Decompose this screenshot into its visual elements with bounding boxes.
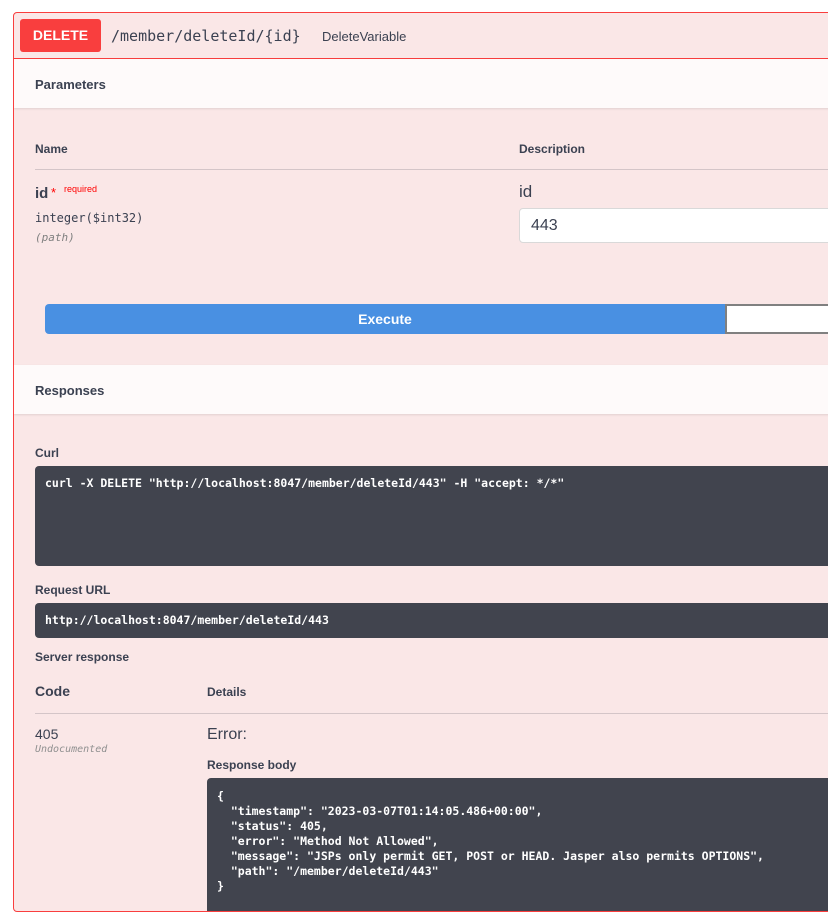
method-badge: DELETE — [20, 19, 101, 52]
response-divider — [35, 713, 828, 714]
response-details-header: Details — [207, 685, 247, 699]
parameter-id-input[interactable]: 443 — [519, 208, 828, 243]
column-name-header: Name — [35, 142, 68, 156]
operation-summary[interactable]: DELETE /member/deleteId/{id} DeleteVaria… — [14, 13, 828, 59]
clear-button[interactable] — [725, 304, 828, 334]
response-status-code: 405 — [35, 726, 59, 742]
response-status-note: Undocumented — [35, 744, 108, 755]
parameters-title: Parameters — [35, 77, 106, 92]
response-body-line: "timestamp": "2023-03-07T01:14:05.486+00… — [217, 804, 543, 818]
parameter-name: id — [35, 185, 49, 202]
parameter-description: id — [519, 182, 533, 201]
parameters-divider — [35, 169, 828, 170]
request-url: http://localhost:8047/member/deleteId/44… — [45, 613, 329, 627]
parameter-location: (path) — [35, 231, 75, 244]
execute-button[interactable]: Execute — [45, 304, 725, 334]
request-url-label: Request URL — [35, 583, 111, 597]
response-body-line: } — [217, 879, 224, 893]
request-url-box[interactable]: http://localhost:8047/member/deleteId/44… — [35, 603, 828, 638]
response-body-line: "error": "Method Not Allowed", — [217, 834, 439, 848]
curl-command-box[interactable]: curl -X DELETE "http://localhost:8047/me… — [35, 466, 828, 566]
operation-path: /member/deleteId/{id} — [111, 27, 301, 45]
responses-header: Responses — [14, 365, 828, 414]
responses-title: Responses — [35, 383, 105, 398]
server-response-label: Server response — [35, 650, 130, 664]
operation-summary-text: DeleteVariable — [322, 29, 407, 44]
response-body-box[interactable]: { "timestamp": "2023-03-07T01:14:05.486+… — [207, 778, 828, 911]
parameter-type: integer($int32) — [35, 211, 144, 225]
column-description-header: Description — [519, 142, 586, 156]
operation-block: DELETE /member/deleteId/{id} DeleteVaria… — [13, 12, 828, 912]
curl-command: curl -X DELETE "http://localhost:8047/me… — [45, 476, 565, 490]
parameters-header: Parameters — [14, 59, 828, 108]
response-body-line: "path": "/member/deleteId/443" — [217, 864, 439, 878]
response-body-line: "status": 405, — [217, 819, 328, 833]
response-body-line: { — [217, 789, 224, 803]
error-title: Error: — [207, 726, 247, 743]
curl-label: Curl — [35, 446, 59, 460]
response-body-line: "message": "JSPs only permit GET, POST o… — [217, 849, 764, 863]
response-body-label: Response body — [207, 758, 297, 772]
required-label: required — [64, 184, 98, 194]
required-star: * — [51, 185, 57, 200]
response-code-header: Code — [35, 683, 70, 699]
